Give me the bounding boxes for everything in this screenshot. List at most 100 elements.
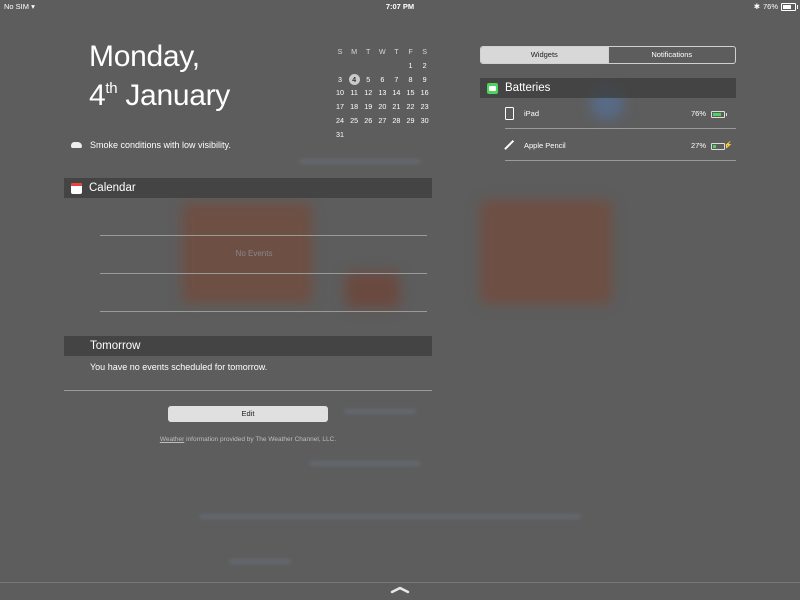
batteries-widget-title: Batteries	[505, 82, 551, 94]
calendar-day: 9	[422, 74, 427, 84]
calendar-day: 11	[350, 88, 358, 98]
grabber-handle-icon[interactable]	[390, 586, 410, 594]
calendar-day	[375, 59, 389, 73]
device-name: iPad	[524, 109, 540, 118]
battery-widget-icon	[487, 82, 498, 94]
calendar-day: 30	[420, 115, 429, 125]
divider	[505, 128, 736, 129]
device-percent: 27%	[690, 141, 706, 150]
calendar-day	[347, 128, 361, 142]
calendar-day: 15	[406, 88, 415, 98]
date-day: 4	[89, 79, 106, 112]
blurred-background-line	[200, 515, 580, 518]
date-ordinal: th	[105, 80, 118, 97]
calendar-day: 10	[336, 88, 345, 98]
calendar-day: 29	[406, 115, 415, 125]
calendar-day	[389, 128, 403, 142]
weather-link[interactable]: Weather	[160, 436, 184, 443]
edit-button[interactable]: Edit	[168, 406, 328, 422]
today-marker: 4	[348, 73, 360, 85]
date-weekday: Monday,	[89, 40, 200, 73]
calendar-day: 8	[408, 74, 413, 84]
calendar-day	[333, 59, 347, 73]
calendar-week-row: 12	[333, 59, 433, 73]
calendar-today: 4	[347, 73, 361, 87]
calendar-day: 17	[336, 102, 345, 112]
calendar-day: 7	[394, 74, 399, 84]
calendar-day: 25	[350, 115, 359, 125]
charging-bolt-icon: ⚡	[724, 142, 733, 149]
calendar-week-row: 17 18 19 20 21 22 23	[333, 100, 433, 114]
battery-percent: 76%	[762, 2, 778, 11]
batteries-widget-header[interactable]: Batteries	[480, 78, 736, 98]
calendar-day: 28	[392, 115, 401, 125]
battery-row-pencil: Apple Pencil 27% ⚡	[480, 130, 736, 160]
tomorrow-widget-header[interactable]: Tomorrow	[64, 336, 432, 356]
blurred-background-line	[310, 462, 420, 465]
status-right: ✱ 76%	[753, 2, 798, 11]
calendar-app-icon	[71, 182, 82, 194]
blurred-background-line	[230, 560, 290, 563]
weather-credit-text: information provided by The Weather Chan…	[184, 436, 337, 443]
calendar-day: 13	[378, 88, 387, 98]
bluetooth-icon: ✱	[753, 2, 760, 11]
weekday-label: S	[422, 47, 427, 56]
calendar-day: 12	[364, 88, 373, 98]
calendar-week-row: 3456789	[333, 73, 433, 87]
calendar-day: 5	[366, 74, 371, 84]
calendar-day	[361, 128, 375, 142]
battery-row-ipad: iPad 76%	[480, 98, 736, 128]
calendar-week-row: 31	[333, 128, 433, 142]
weekday-label: F	[408, 47, 413, 56]
ipad-icon	[505, 107, 514, 120]
weather-summary: Smoke conditions with low visibility.	[71, 140, 231, 150]
calendar-week-row: 24 25 26 27 28 29 30	[333, 114, 433, 128]
calendar-day: 31	[336, 129, 345, 139]
tab-notifications[interactable]: Notifications	[607, 47, 736, 63]
tab-widgets[interactable]: Widgets	[481, 47, 608, 63]
device-percent: 76%	[690, 109, 706, 118]
mini-calendar: S M T W T F S 1 2 3 4 5 6 7 8 9 10 11 12 13 14 15 16 17 18 19 20 21…	[333, 45, 433, 142]
calendar-day: 1	[408, 60, 413, 70]
divider	[100, 311, 427, 312]
calendar-widget-header[interactable]: Calendar	[64, 178, 432, 198]
calendar-day	[347, 59, 361, 73]
calendar-day	[375, 128, 389, 142]
calendar-day: 19	[364, 102, 373, 112]
calendar-week-row: 10 11 12 13 14 15 16	[333, 86, 433, 100]
calendar-day: 3	[338, 74, 343, 84]
status-bar: No SIM ▾ 7:07 PM ✱ 76%	[0, 0, 800, 12]
bottom-divider	[0, 582, 800, 583]
blurred-background-card	[345, 272, 400, 308]
calendar-day: 27	[378, 115, 387, 125]
calendar-day: 2	[422, 60, 427, 70]
calendar-day: 22	[406, 102, 415, 112]
calendar-day: 18	[350, 102, 359, 112]
weekday-label: M	[351, 47, 358, 56]
calendar-day: 24	[336, 115, 345, 125]
calendar-day: 21	[392, 102, 401, 112]
blurred-background-card	[480, 200, 612, 304]
weather-credit: Weather information provided by The Weat…	[0, 436, 496, 443]
cloud-icon	[71, 141, 83, 150]
widgets-notifications-toggle: Widgets Notifications	[480, 46, 736, 64]
calendar-widget-title: Calendar	[89, 182, 136, 194]
divider	[100, 273, 427, 274]
battery-gauge-icon	[711, 111, 727, 118]
calendar-day: 16	[420, 88, 429, 98]
divider	[64, 390, 432, 391]
weekday-label: T	[394, 47, 399, 56]
divider	[505, 160, 736, 161]
blurred-background-line	[345, 410, 415, 413]
calendar-day: 23	[420, 102, 429, 112]
tomorrow-text: You have no events scheduled for tomorro…	[90, 362, 268, 372]
device-name: Apple Pencil	[524, 141, 566, 150]
calendar-day	[361, 59, 375, 73]
calendar-day: 14	[392, 88, 401, 98]
calendar-day: 26	[364, 115, 373, 125]
weather-text: Smoke conditions with low visibility.	[90, 140, 231, 150]
blurred-background-line	[300, 160, 420, 163]
weekday-label: T	[366, 47, 371, 56]
divider	[100, 235, 427, 236]
calendar-day	[418, 128, 432, 142]
